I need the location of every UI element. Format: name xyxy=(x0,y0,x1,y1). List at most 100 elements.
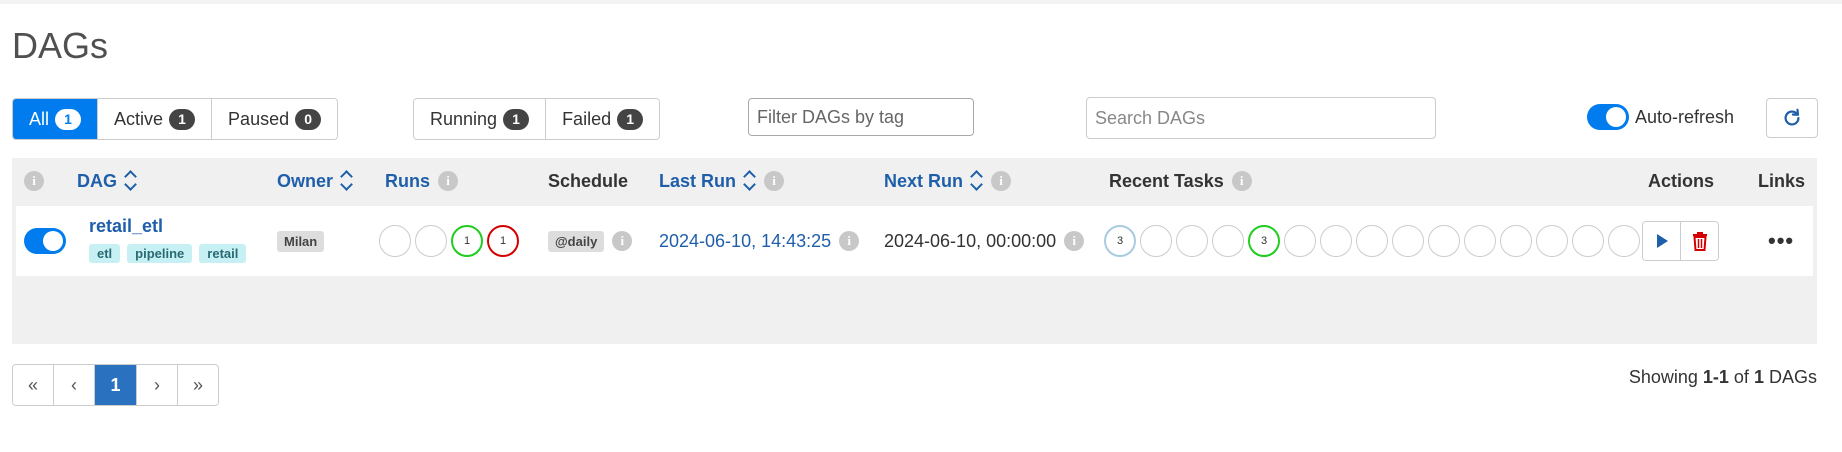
header-next-run-label: Next Run xyxy=(884,170,964,191)
header-dag-label: DAG xyxy=(77,170,117,191)
search-input[interactable] xyxy=(1086,97,1436,139)
showing-prefix: Showing xyxy=(1628,367,1698,387)
refresh-button[interactable] xyxy=(1766,98,1818,138)
filter-paused-label: Paused xyxy=(228,108,290,129)
tag-filter-input[interactable] xyxy=(748,98,974,136)
header-schedule: Schedule xyxy=(548,158,628,204)
task-state-circle[interactable] xyxy=(1428,225,1460,257)
page-next-button[interactable]: › xyxy=(137,365,178,405)
owner-cell: Milan xyxy=(277,206,325,276)
sort-icon xyxy=(341,170,353,192)
last-run-cell: 2024-06-10, 14:43:25 i xyxy=(659,206,860,276)
header-dag[interactable]: DAG xyxy=(77,158,137,204)
showing-suffix: DAGs xyxy=(1768,367,1817,387)
filter-running-label: Running xyxy=(430,108,498,129)
page-current-button[interactable]: 1 xyxy=(95,365,137,405)
task-state-circle[interactable] xyxy=(1284,225,1316,257)
header-schedule-label: Schedule xyxy=(548,170,629,191)
filter-running-count: 1 xyxy=(503,108,530,130)
dag-active-toggle[interactable] xyxy=(24,228,66,254)
filter-failed-label: Failed xyxy=(562,108,612,129)
header-actions: Actions xyxy=(1648,158,1714,204)
info-icon[interactable]: i xyxy=(612,231,633,251)
run-failed-circle[interactable]: 1 xyxy=(487,225,519,257)
showing-total: 1 xyxy=(1753,367,1764,387)
header-owner[interactable]: Owner xyxy=(277,158,353,204)
delete-dag-button[interactable] xyxy=(1681,222,1718,260)
run-state-circle[interactable] xyxy=(415,225,447,257)
table-header: i DAG Owner Runs i Schedule Last Run i N… xyxy=(12,158,1817,204)
header-owner-label: Owner xyxy=(277,170,334,191)
status-filter-group: All 1 Active 1 Paused 0 xyxy=(12,98,339,140)
filter-running-button[interactable]: Running 1 xyxy=(414,99,547,139)
trigger-dag-button[interactable] xyxy=(1643,222,1681,260)
pagination: « ‹ 1 › » xyxy=(12,364,219,406)
task-state-circle[interactable] xyxy=(1212,225,1244,257)
task-state-circle[interactable] xyxy=(1320,225,1352,257)
run-success-circle[interactable]: 1 xyxy=(451,225,483,257)
tag-badge[interactable]: retail xyxy=(199,244,247,263)
task-state-circle[interactable] xyxy=(1392,225,1424,257)
filter-paused-button[interactable]: Paused 0 xyxy=(212,99,338,139)
header-recent-tasks-label: Recent Tasks xyxy=(1109,170,1224,191)
actions-group xyxy=(1642,221,1719,261)
task-state-circle[interactable] xyxy=(1572,225,1604,257)
header-links-label: Links xyxy=(1758,170,1806,191)
task-state-circle[interactable] xyxy=(1356,225,1388,257)
filter-all-button[interactable]: All 1 xyxy=(13,99,99,139)
filter-all-label: All xyxy=(29,108,50,129)
header-recent-tasks: Recent Tasks i xyxy=(1109,158,1252,204)
recent-tasks-cell: 33 xyxy=(1104,206,1644,276)
info-icon[interactable]: i xyxy=(1231,171,1252,191)
task-state-circle[interactable] xyxy=(1464,225,1496,257)
filter-paused-count: 0 xyxy=(295,108,322,130)
page-last-button[interactable]: » xyxy=(178,365,218,405)
header-next-run[interactable]: Next Run i xyxy=(884,158,1012,204)
tag-badge[interactable]: pipeline xyxy=(127,244,193,263)
header-runs: Runs i xyxy=(385,158,458,204)
info-icon[interactable]: i xyxy=(438,171,458,191)
actions-cell xyxy=(1642,206,1719,276)
dags-table: i DAG Owner Runs i Schedule Last Run i N… xyxy=(12,158,1817,344)
schedule-cell: @daily i xyxy=(548,206,633,276)
page-first-button[interactable]: « xyxy=(13,365,54,405)
info-icon[interactable]: i xyxy=(991,171,1012,191)
tag-badge[interactable]: etl xyxy=(89,244,121,263)
filter-active-count: 1 xyxy=(169,108,196,130)
owner-badge[interactable]: Milan xyxy=(277,230,325,252)
info-icon[interactable]: i xyxy=(839,231,860,251)
header-runs-label: Runs xyxy=(385,170,430,191)
showing-summary: Showing 1-1 of 1 DAGs xyxy=(1629,367,1817,388)
header-actions-label: Actions xyxy=(1648,170,1715,191)
auto-refresh-label: Auto-refresh xyxy=(1634,106,1734,127)
more-dots-icon[interactable]: ••• xyxy=(1768,228,1794,254)
page-title: DAGs xyxy=(12,25,109,66)
header-last-run[interactable]: Last Run i xyxy=(659,158,785,204)
next-run-text: 2024-06-10, 00:00:00 xyxy=(884,230,1057,251)
task-state-circle[interactable] xyxy=(1140,225,1172,257)
task-state-circle[interactable]: 3 xyxy=(1104,225,1136,257)
task-state-circle[interactable] xyxy=(1608,225,1640,257)
sort-icon xyxy=(125,170,137,192)
showing-of: of xyxy=(1733,367,1749,387)
info-icon[interactable]: i xyxy=(1064,231,1085,251)
task-state-circle[interactable] xyxy=(1536,225,1568,257)
task-state-circle[interactable] xyxy=(1500,225,1532,257)
task-state-circle[interactable]: 3 xyxy=(1248,225,1280,257)
info-icon[interactable]: i xyxy=(764,171,785,191)
showing-range: 1-1 xyxy=(1702,367,1729,387)
dag-id-link[interactable]: retail_etl xyxy=(89,216,163,237)
filter-active-button[interactable]: Active 1 xyxy=(98,99,213,139)
table-row: retail_etl etl pipeline retail Milan 1 1… xyxy=(16,206,1813,276)
schedule-badge[interactable]: @daily xyxy=(548,230,605,252)
next-run-cell: 2024-06-10, 00:00:00 i xyxy=(884,206,1085,276)
last-run-link[interactable]: 2024-06-10, 14:43:25 xyxy=(659,231,831,252)
filter-failed-button[interactable]: Failed 1 xyxy=(546,99,660,139)
info-icon[interactable]: i xyxy=(24,171,44,191)
header-info: i xyxy=(24,158,44,204)
task-state-circle[interactable] xyxy=(1176,225,1208,257)
dag-active-cell xyxy=(24,206,66,276)
auto-refresh-toggle[interactable] xyxy=(1586,104,1629,130)
run-state-circle[interactable] xyxy=(379,225,411,257)
page-prev-button[interactable]: ‹ xyxy=(54,365,95,405)
